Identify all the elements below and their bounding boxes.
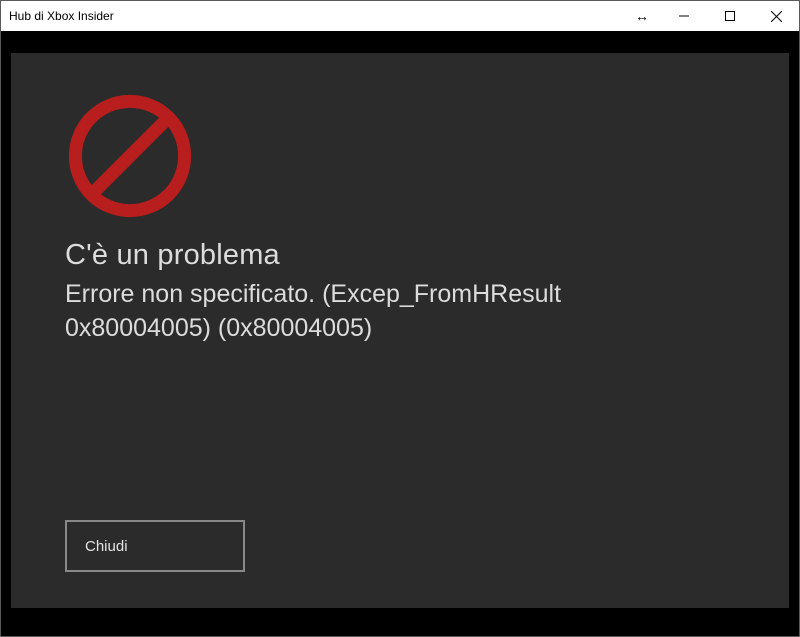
window-title: Hub di Xbox Insider — [9, 9, 114, 23]
minimize-button[interactable] — [661, 1, 707, 31]
error-panel: C'è un problema Errore non specificato. … — [11, 53, 789, 608]
prohibition-icon — [65, 91, 195, 221]
titlebar: Hub di Xbox Insider ↔ — [1, 1, 799, 31]
app-content: C'è un problema Errore non specificato. … — [1, 31, 799, 636]
error-heading: C'è un problema — [65, 239, 735, 272]
dismiss-button[interactable]: Chiudi — [65, 520, 245, 572]
minimize-icon — [679, 11, 689, 21]
resize-arrows-icon: ↔ — [631, 8, 653, 24]
window-close-button[interactable] — [753, 1, 799, 31]
error-message: Errore non specificato. (Excep_FromHResu… — [65, 278, 705, 346]
header-strip — [1, 31, 799, 53]
close-icon — [771, 11, 782, 22]
app-window: Hub di Xbox Insider ↔ — [0, 0, 800, 637]
maximize-button[interactable] — [707, 1, 753, 31]
maximize-icon — [725, 11, 735, 21]
titlebar-controls: ↔ — [631, 1, 799, 31]
